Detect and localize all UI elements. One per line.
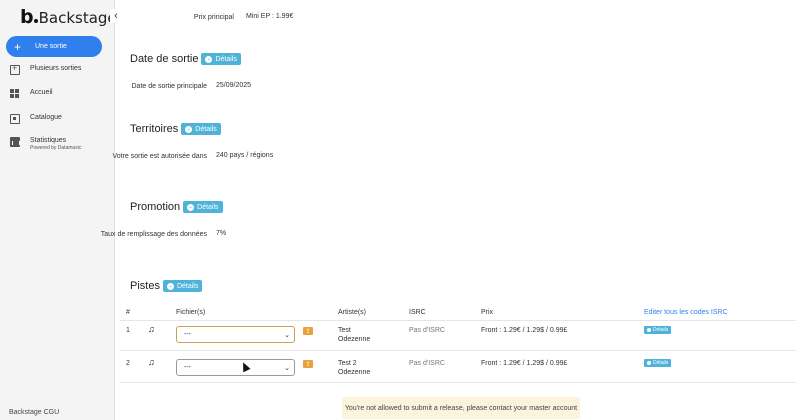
permission-warning-toast: You're not allowed to submit a release, … bbox=[342, 397, 580, 419]
artist-name: Test 2 bbox=[338, 360, 357, 367]
col-header-number: # bbox=[126, 309, 130, 316]
details-label: Détails bbox=[653, 327, 669, 333]
track-price: Front : 1.29€ / 1.29$ / 0.99£ bbox=[481, 327, 568, 334]
sidebar-item-label: Catalogue bbox=[30, 114, 62, 121]
section-title: Territoires bbox=[130, 123, 179, 135]
sidebar-item-label: Plusieurs sorties bbox=[30, 65, 82, 72]
section-promotion: Promotion ⌄ Détails bbox=[130, 201, 223, 213]
dashboard-icon bbox=[10, 89, 20, 99]
track-price: Front : 1.29€ / 1.29$ / 0.99£ bbox=[481, 360, 568, 367]
table-divider bbox=[120, 320, 796, 321]
promotion-details-button[interactable]: ⌄ Détails bbox=[183, 201, 223, 213]
chevron-down-icon: ⌄ bbox=[166, 282, 174, 290]
cgu-link[interactable]: Backstage CGU bbox=[9, 409, 59, 416]
music-note-icon: ♫ bbox=[148, 324, 155, 334]
col-header-artists: Artiste(s) bbox=[338, 309, 366, 316]
sidebar-item-label: Statistiques bbox=[30, 137, 67, 144]
powered-by-label: Powered by Datamusic bbox=[30, 145, 82, 151]
section-title: Promotion bbox=[130, 201, 181, 213]
section-tracks: Pistes ⌄ Détails bbox=[130, 280, 203, 292]
chevron-down-icon: ⌄ bbox=[205, 55, 213, 63]
file-select-value: --- bbox=[184, 364, 191, 371]
release-date-label: Date de sortie principale bbox=[131, 83, 208, 90]
track-number: 1 bbox=[126, 327, 130, 334]
file-select[interactable]: --- ⌄ bbox=[176, 359, 295, 376]
logo-mark: b bbox=[20, 6, 34, 28]
details-label: Détails bbox=[195, 125, 217, 133]
brand-logo[interactable]: b Backstage bbox=[20, 6, 117, 28]
table-divider bbox=[120, 382, 796, 383]
file-select[interactable]: --- ⌄ bbox=[176, 326, 295, 343]
chevron-down-icon: ⌄ bbox=[185, 125, 193, 133]
territories-value: 240 pays / régions bbox=[216, 152, 274, 159]
upload-button[interactable]: ⇪ bbox=[303, 360, 313, 368]
file-select-value: --- bbox=[184, 331, 191, 338]
chevron-down-icon bbox=[647, 328, 651, 332]
chevron-down-icon: ⌄ bbox=[284, 332, 290, 339]
upload-button[interactable]: ⇪ bbox=[303, 327, 313, 335]
logo-name: Backstage bbox=[38, 9, 117, 27]
tracks-details-button[interactable]: ⌄ Détails bbox=[162, 280, 203, 292]
sidebar-item-multiple-releases[interactable]: Plusieurs sorties bbox=[10, 63, 82, 75]
details-label: Détails bbox=[215, 55, 237, 63]
track-details-button[interactable]: Détails bbox=[644, 359, 672, 367]
upload-icon: ⇪ bbox=[305, 361, 311, 368]
details-label: Détails bbox=[653, 360, 669, 366]
section-release-date: Date de sortie ⌄ Détails bbox=[130, 53, 241, 65]
details-label: Détails bbox=[197, 203, 219, 211]
chevron-down-icon bbox=[647, 361, 651, 365]
promotion-value: 7% bbox=[216, 230, 227, 237]
isrc-value: Pas d'ISRC bbox=[409, 327, 445, 334]
edit-all-isrc-link[interactable]: Editer tous les codes ISRC bbox=[644, 309, 728, 316]
new-release-button[interactable]: + Une sortie bbox=[6, 36, 102, 57]
col-header-price: Prix bbox=[481, 309, 494, 316]
sidebar-item-catalog[interactable]: Catalogue bbox=[10, 114, 62, 124]
sidebar-item-home[interactable]: Accueil bbox=[10, 89, 53, 99]
price-label: Prix principal bbox=[193, 14, 234, 21]
track-details-button[interactable]: Détails bbox=[644, 326, 672, 334]
music-note-icon: ♫ bbox=[148, 357, 155, 367]
isrc-value: Pas d'ISRC bbox=[409, 360, 445, 367]
track-number: 2 bbox=[126, 360, 130, 367]
sidebar: b Backstage ‹ + Une sortie Plusieurs sor… bbox=[0, 0, 122, 420]
artist-name-second-line: Odezenne bbox=[338, 369, 371, 376]
artist-name: Test bbox=[338, 327, 351, 334]
stats-icon bbox=[10, 137, 20, 147]
sidebar-item-label: Accueil bbox=[30, 89, 53, 96]
section-title: Date de sortie bbox=[130, 53, 199, 65]
details-label: Détails bbox=[176, 282, 199, 290]
col-header-files: Fichier(s) bbox=[176, 309, 206, 316]
catalog-icon bbox=[10, 114, 20, 124]
table-divider bbox=[120, 350, 796, 351]
artist-name-second-line: Odezenne bbox=[338, 336, 371, 343]
promotion-label: Taux de remplissage des données bbox=[100, 231, 207, 238]
territories-details-button[interactable]: ⌄ Détails bbox=[181, 123, 221, 135]
chevron-down-icon: ⌄ bbox=[187, 203, 195, 211]
upload-icon: ⇪ bbox=[305, 328, 311, 335]
chevron-down-icon: ⌄ bbox=[284, 365, 290, 372]
section-title: Pistes bbox=[130, 280, 160, 292]
new-release-label: Une sortie bbox=[35, 43, 67, 50]
territories-label: Votre sortie est autorisée dans bbox=[112, 153, 207, 160]
section-territories: Territoires ⌄ Détails bbox=[130, 123, 221, 135]
logo-dot bbox=[33, 19, 38, 23]
plus-icon: + bbox=[14, 39, 22, 54]
col-header-isrc: ISRC bbox=[409, 309, 426, 316]
multi-release-icon bbox=[10, 63, 20, 75]
sidebar-item-statistics[interactable]: Statistiques Powered by Datamusic bbox=[10, 137, 81, 151]
release-summary: Prix principal Mini EP : 1.99€ Date de s… bbox=[101, 0, 800, 420]
release-date-details-button[interactable]: ⌄ Détails bbox=[201, 53, 241, 65]
price-value: Mini EP : 1.99€ bbox=[246, 13, 294, 20]
release-date-value: 25/09/2025 bbox=[216, 82, 252, 89]
